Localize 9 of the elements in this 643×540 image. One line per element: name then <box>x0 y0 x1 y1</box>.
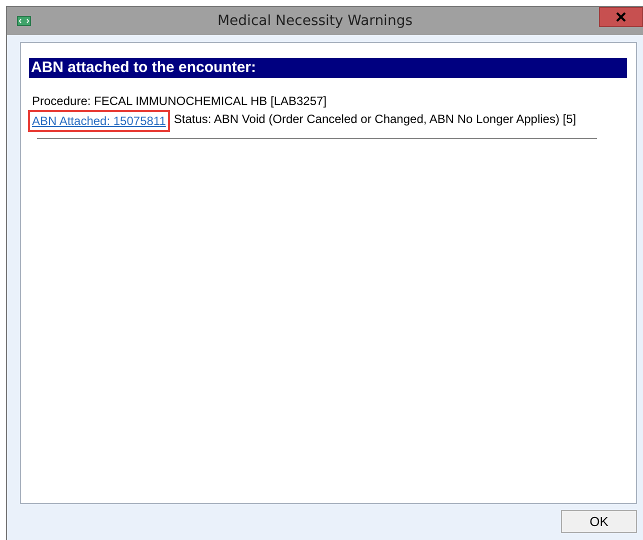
close-icon <box>616 12 626 22</box>
ok-button[interactable]: OK <box>561 510 637 533</box>
window-title: Medical Necessity Warnings <box>216 13 414 29</box>
procedure-text: Procedure: FECAL IMMUNOCHEMICAL HB [LAB3257] <box>32 93 327 110</box>
app-icon <box>17 16 31 26</box>
close-button[interactable] <box>599 7 643 27</box>
section-heading: ABN attached to the encounter: <box>29 58 627 78</box>
status-text: Status: ABN Void (Order Canceled or Changed, ABN No Longer Applies) [5] <box>174 111 576 128</box>
abn-link[interactable]: ABN Attached: 15075811 <box>28 110 170 132</box>
